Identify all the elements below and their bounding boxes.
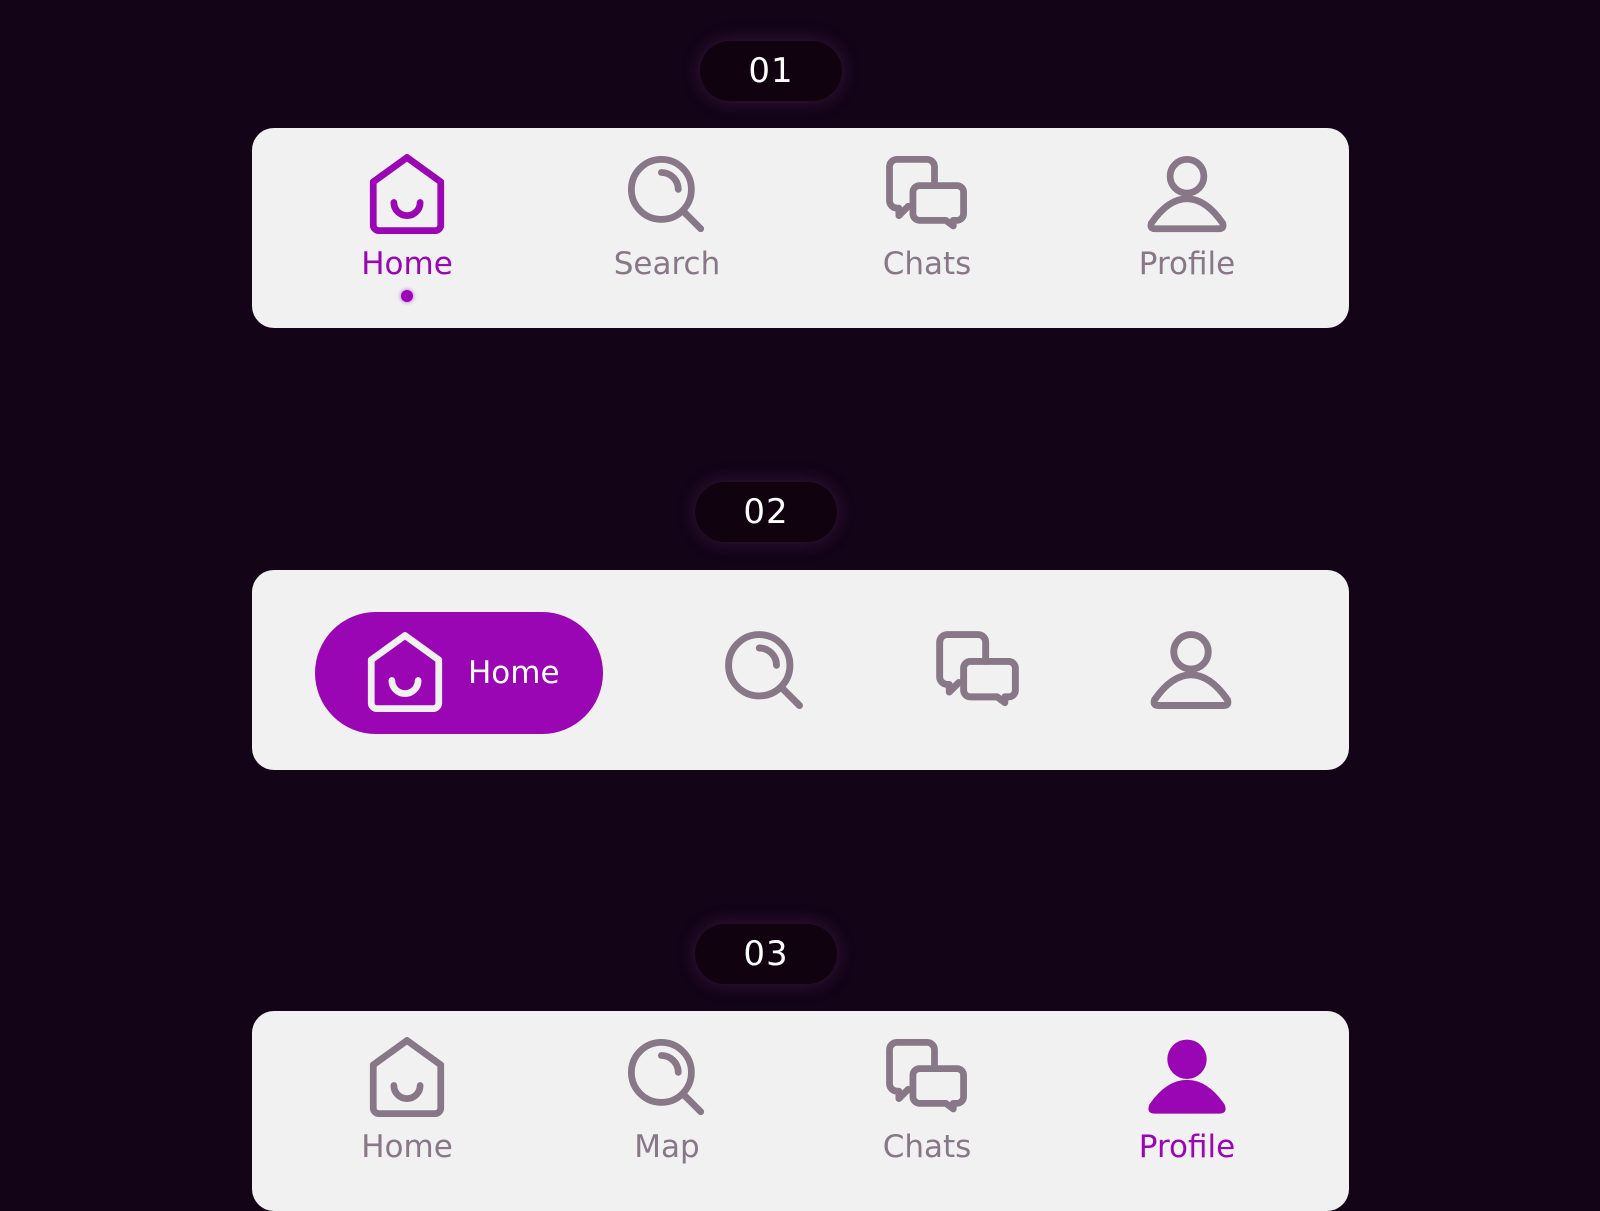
bottom-nav-bar-03: Home Map Chats Profile	[252, 1011, 1349, 1211]
nav-item-label: Home	[468, 655, 560, 691]
nav-item-chats[interactable]	[932, 625, 1024, 717]
nav-item-home[interactable]: Home	[315, 612, 603, 734]
nav-item-search[interactable]: Search	[567, 128, 767, 328]
variant-badge-01: 01	[700, 41, 842, 101]
nav-item-label: Home	[361, 1129, 453, 1165]
home-icon	[362, 150, 452, 240]
bottom-nav-bar-02: Home	[252, 570, 1349, 770]
home-icon	[360, 628, 450, 718]
nav-item-map[interactable]: Map	[567, 1011, 767, 1211]
home-icon	[362, 1033, 452, 1123]
nav-item-profile[interactable]	[1145, 625, 1237, 717]
nav-item-profile[interactable]: Profile	[1087, 1011, 1287, 1211]
nav-item-home[interactable]: Home	[307, 1011, 507, 1211]
bottom-nav-bar-01: Home Search Chats Profile	[252, 128, 1349, 328]
chats-icon	[882, 150, 972, 240]
nav-item-label: Chats	[882, 1129, 972, 1165]
nav-item-chats[interactable]: Chats	[827, 1011, 1027, 1211]
nav-item-profile[interactable]: Profile	[1087, 128, 1287, 328]
search-icon	[622, 150, 712, 240]
nav-item-chats[interactable]: Chats	[827, 128, 1027, 328]
variant-badge-03: 03	[695, 924, 837, 984]
nav-item-label: Profile	[1138, 246, 1236, 282]
nav-item-label: Chats	[882, 246, 972, 282]
active-indicator-dot	[401, 290, 413, 302]
chats-icon	[882, 1033, 972, 1123]
chats-icon	[932, 625, 1024, 717]
nav-item-label: Search	[613, 246, 721, 282]
nav-item-label: Profile	[1138, 1129, 1236, 1165]
profile-icon	[1142, 150, 1232, 240]
search-icon	[622, 1033, 712, 1123]
variant-badge-02: 02	[695, 482, 837, 542]
profile-filled-icon	[1142, 1033, 1232, 1123]
search-icon	[719, 625, 811, 717]
nav-item-label: Home	[361, 246, 453, 282]
nav-item-home[interactable]: Home	[307, 128, 507, 328]
nav-item-search[interactable]	[719, 625, 811, 717]
profile-icon	[1145, 625, 1237, 717]
nav-item-label: Map	[634, 1129, 700, 1165]
